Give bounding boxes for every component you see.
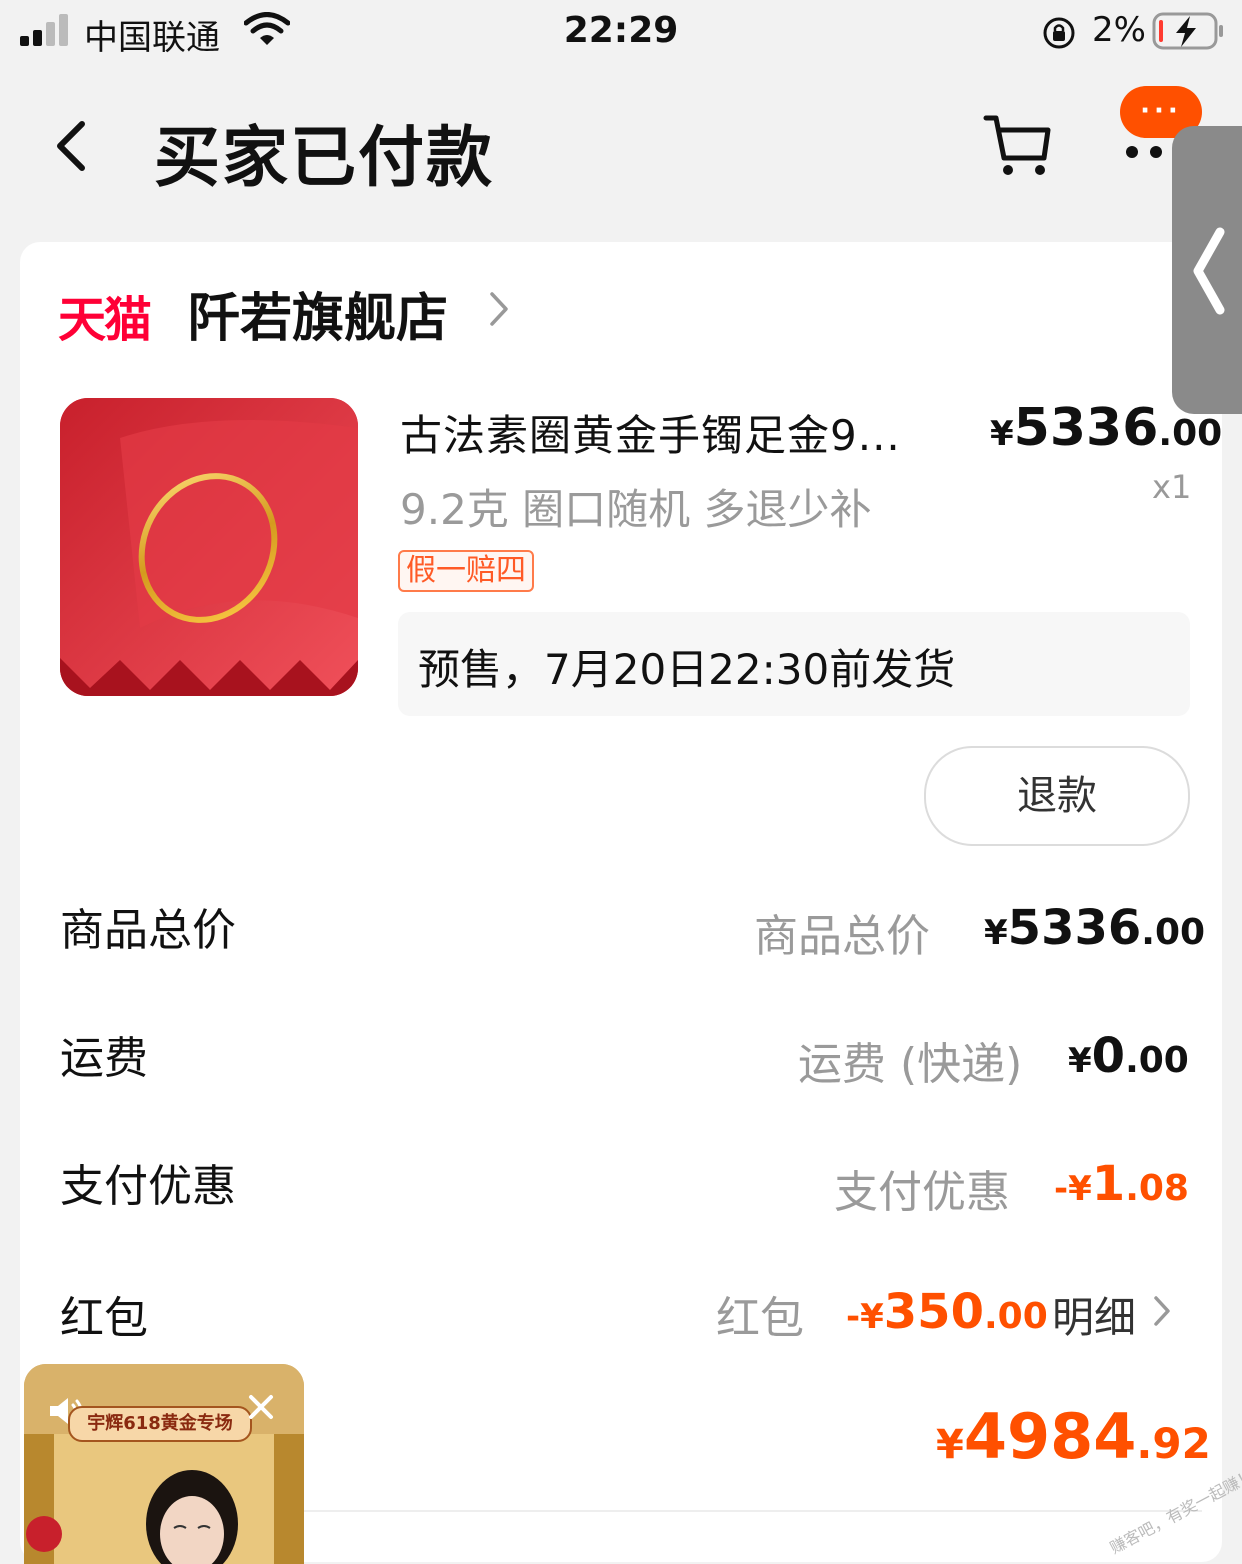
chevron-left-icon bbox=[1193, 227, 1225, 315]
presale-notice: 预售，7月20日22:30前发货 bbox=[398, 612, 1190, 716]
more-dots-icon[interactable] bbox=[1124, 142, 1168, 162]
status-bar: 中国联通 22:29 2% bbox=[0, 0, 1242, 64]
goods-total-value: ¥5336.00 bbox=[984, 900, 1206, 956]
back-chevron-icon[interactable] bbox=[52, 118, 92, 174]
goods-total-label: 商品总价 bbox=[60, 905, 236, 956]
red-packet-label: 红包 bbox=[60, 1293, 148, 1344]
cart-icon[interactable] bbox=[982, 112, 1054, 178]
pay-discount-value: -¥1.08 bbox=[1054, 1156, 1189, 1212]
tmall-logo: 天猫 bbox=[58, 292, 152, 348]
chevron-right-icon[interactable] bbox=[1152, 1294, 1172, 1328]
guarantee-badge: 假一赔四 bbox=[398, 550, 534, 592]
battery-charging-icon bbox=[1152, 12, 1223, 50]
product-sku: 9.2克 圈口随机 多退少补 bbox=[400, 485, 872, 534]
live-stream-window[interactable]: 宇辉618黄金专场 bbox=[24, 1364, 304, 1564]
pay-discount-sub: 支付优惠 bbox=[834, 1167, 1010, 1218]
product-title[interactable]: 古法素圈黄金手镯足金9... bbox=[400, 402, 901, 463]
shipping-value: ¥0.00 bbox=[1068, 1028, 1189, 1084]
side-drawer-handle[interactable] bbox=[1172, 126, 1242, 414]
shipping-label: 运费 bbox=[60, 1033, 148, 1084]
pay-discount-label: 支付优惠 bbox=[60, 1161, 236, 1212]
product-quantity: x1 bbox=[1152, 468, 1192, 506]
shop-name[interactable]: 阡若旗舰店 bbox=[188, 276, 448, 351]
actual-paid-value: ¥4984.92 bbox=[936, 1400, 1211, 1473]
shipping-sub: 运费 (快递) bbox=[798, 1039, 1023, 1090]
live-stream-banner: 宇辉618黄金专场 bbox=[68, 1406, 252, 1442]
goods-total-sub: 商品总价 bbox=[754, 911, 930, 962]
presale-text: 预售，7月20日22:30前发货 bbox=[418, 645, 956, 694]
gold-bangle-image bbox=[60, 398, 358, 696]
chevron-right-icon[interactable] bbox=[488, 290, 510, 328]
product-image[interactable] bbox=[60, 398, 358, 696]
battery-percent: 2% bbox=[1092, 10, 1146, 50]
page-title: 买家已付款 bbox=[154, 119, 494, 196]
rotation-lock-icon bbox=[1043, 17, 1075, 49]
close-icon[interactable] bbox=[246, 1392, 276, 1422]
red-packet-sub: 红包 bbox=[716, 1293, 804, 1344]
red-packet-detail-link[interactable]: 明细 bbox=[1052, 1284, 1136, 1345]
refund-button[interactable]: 退款 bbox=[924, 746, 1190, 846]
red-packet-value: -¥350.00 bbox=[846, 1284, 1048, 1340]
